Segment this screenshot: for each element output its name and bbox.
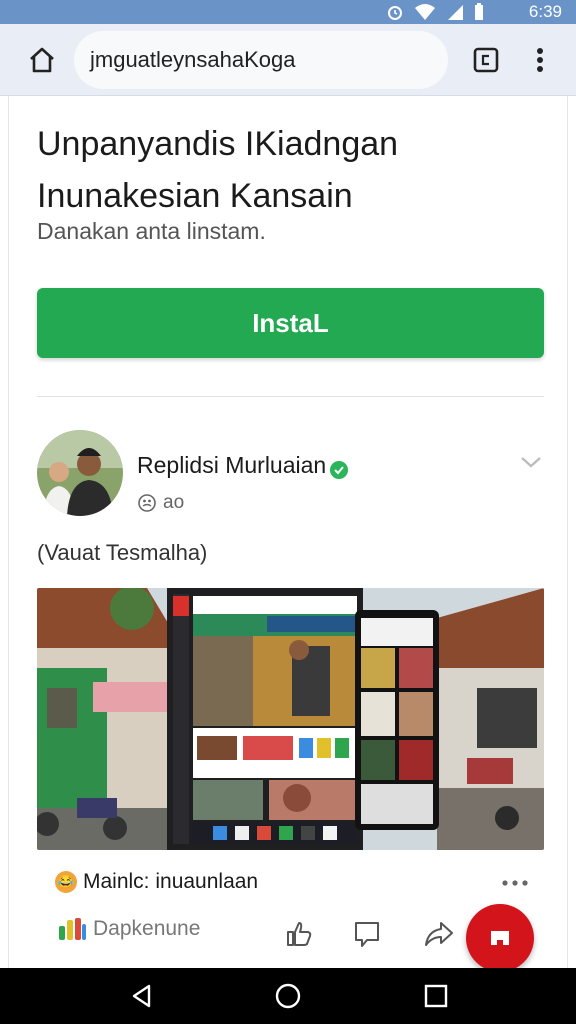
page-content: Unpanyandis IKiadngan Inunakesian Kansai… [8,96,568,968]
alarm-icon [388,6,402,20]
overflow-menu-button[interactable] [524,42,556,78]
globe-icon [138,494,156,512]
url-text: jmguatleynsahaKoga [90,47,296,72]
app-chip[interactable]: Dapkenune [57,916,200,942]
post-author[interactable]: Replidsi Murluaian [137,452,349,479]
home-icon [30,47,54,73]
browser-toolbar: jmguatleynsahaKoga [0,24,576,96]
comment-icon [355,922,379,947]
share-button[interactable] [421,916,457,952]
chevron-down-icon[interactable] [517,448,545,476]
status-bar: 6:39 [0,0,576,24]
recents-button[interactable] [420,980,452,1012]
media-illustration [37,588,544,850]
page-subheadline: Danakan anta linstam. [37,218,266,244]
divider [37,396,544,397]
system-nav-bar [0,968,576,1024]
comment-button[interactable] [349,916,385,952]
page-headline: Unpanyandis IKiadngan Inunakesian Kansai… [37,125,399,215]
like-button[interactable] [281,916,317,952]
more-vert-icon [537,48,543,72]
floating-action-button[interactable] [466,904,534,972]
home-button[interactable] [24,42,60,78]
url-bar[interactable]: jmguatleynsahaKoga [74,31,448,89]
thumbs-up-icon [287,922,312,946]
recents-icon [424,984,448,1008]
author-name: Replidsi Murluaian [137,452,327,478]
wifi-icon [415,4,435,20]
post-title-text: Mainlc: inuaunlaan [83,870,259,893]
laughing-emoji-icon: 😂 [55,871,77,893]
tab-switcher-icon [473,47,499,73]
post-meta: ao [137,492,184,514]
avatar[interactable] [37,430,123,516]
home-circle-icon [275,983,301,1009]
home-nav-button[interactable] [272,980,304,1012]
install-button[interactable]: InstaL [37,288,544,358]
tab-switcher-button[interactable] [470,42,502,78]
signal-icon [448,5,463,20]
more-horiz-icon [502,880,528,886]
battery-icon [475,3,483,20]
avatar-photo [37,430,123,516]
status-time: 6:39 [528,2,562,21]
status-icons [386,3,484,21]
post-media-image[interactable] [37,588,544,850]
share-arrow-icon [425,922,453,946]
post-caption: (Vauat Tesmalha) [37,540,208,565]
post-title: 😂 Mainlc: inuaunlaan [55,870,258,894]
back-button[interactable] [126,980,158,1012]
back-icon [132,984,151,1008]
post-meta-text: ao [163,492,185,513]
post-more-button[interactable] [501,868,531,892]
app-logo-icon [59,918,86,940]
verified-badge-icon [330,460,349,479]
flag-icon [491,931,509,945]
app-chip-label: Dapkenune [93,917,201,940]
screen: 6:39 jmguatleynsahaKoga Unpanyandis IKia… [0,0,576,1024]
